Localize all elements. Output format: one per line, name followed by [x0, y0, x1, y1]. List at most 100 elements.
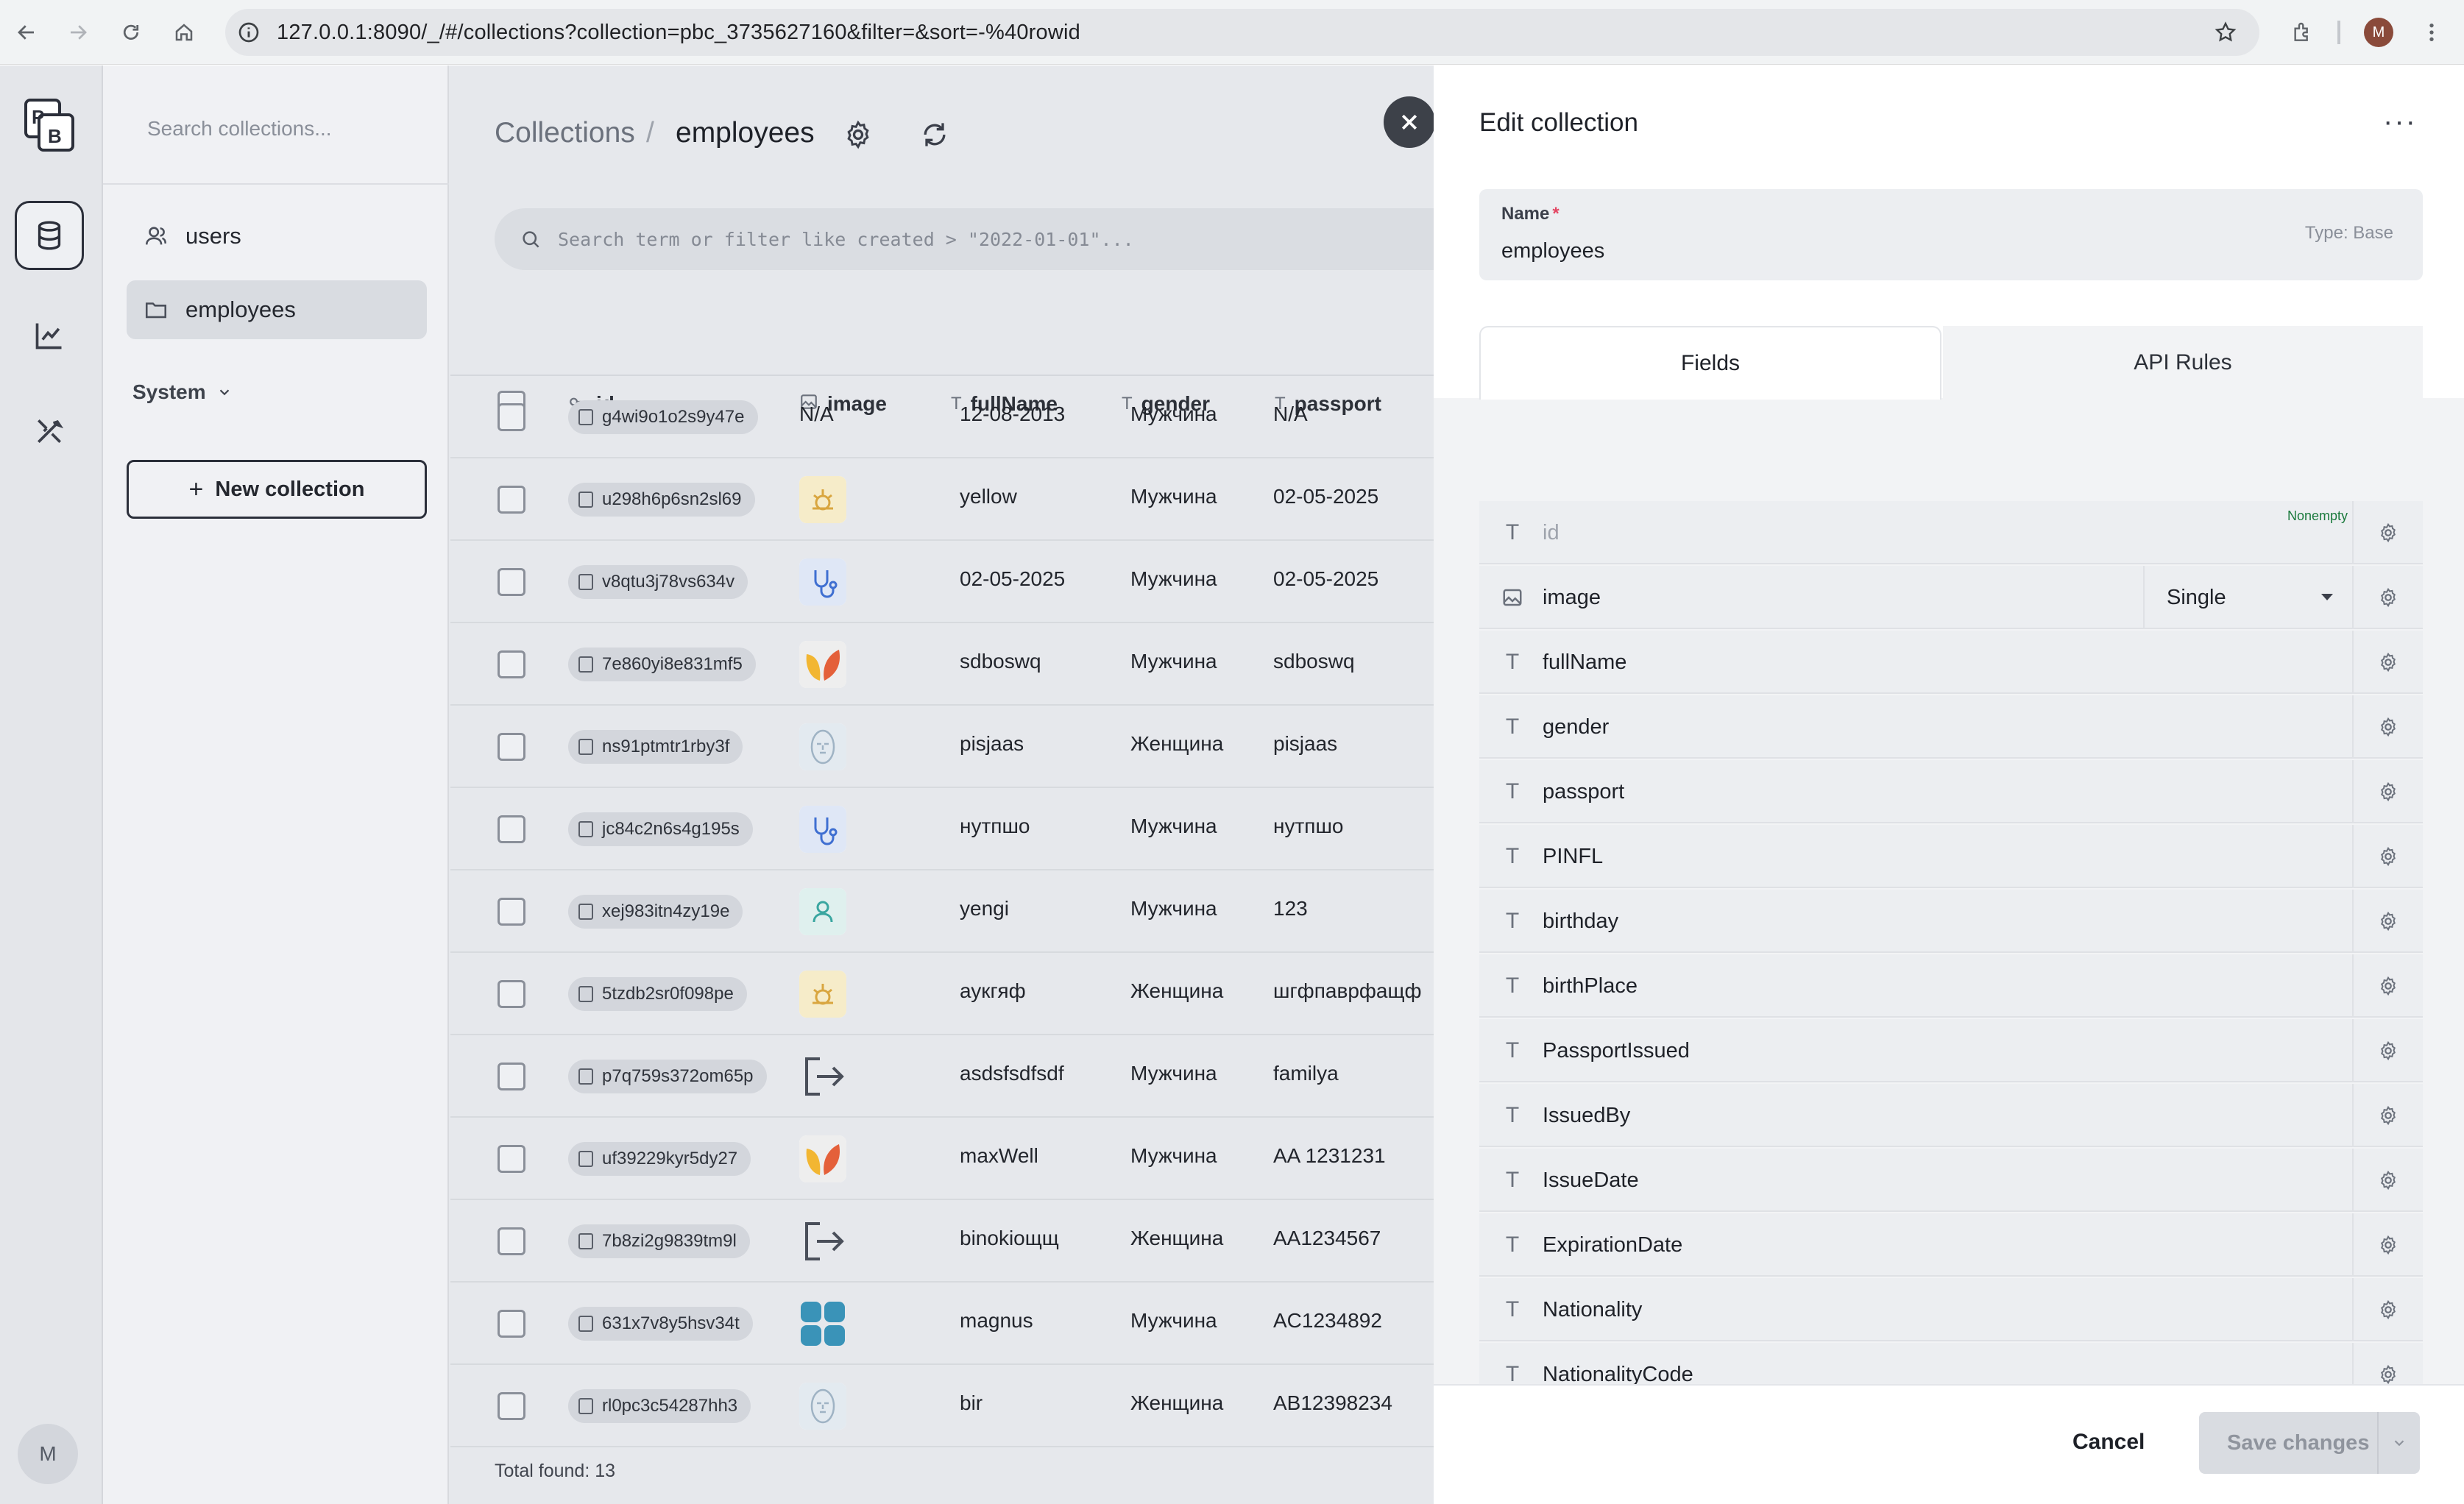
cancel-button[interactable]: Cancel	[2072, 1430, 2145, 1455]
field-row-issuedate[interactable]: T IssueDate	[1479, 1149, 2423, 1212]
copy-icon[interactable]	[578, 1316, 593, 1332]
id-badge[interactable]: p7q759s372om65p	[568, 1060, 767, 1093]
id-badge[interactable]: 631x7v8y5hsv34t	[568, 1307, 753, 1341]
image-thumbnail[interactable]	[799, 558, 846, 606]
field-name[interactable]: IssueDate	[1543, 1168, 1639, 1193]
row-checkbox[interactable]	[498, 568, 525, 596]
row-checkbox[interactable]	[498, 1310, 525, 1338]
field-row-passportissued[interactable]: T PassportIssued	[1479, 1019, 2423, 1082]
field-name[interactable]: fullName	[1543, 650, 1626, 675]
image-thumbnail[interactable]	[799, 1383, 846, 1430]
id-badge[interactable]: g4wi9o1o2s9y47e	[568, 400, 758, 434]
forward-icon[interactable]	[62, 16, 94, 49]
table-row[interactable]: xej983itn4zy19e yengi Мужчина 123	[450, 870, 1434, 953]
sidebar-item-users[interactable]: users	[127, 207, 427, 266]
field-options-gear-icon[interactable]	[2352, 760, 2423, 823]
copy-icon[interactable]	[578, 1233, 593, 1249]
table-row[interactable]: 631x7v8y5hsv34t magnus Мужчина AC1234892	[450, 1283, 1434, 1365]
more-options-icon[interactable]: ···	[2383, 105, 2417, 138]
browser-menu-icon[interactable]	[2415, 16, 2448, 49]
tab-fields[interactable]: Fields	[1479, 326, 1941, 400]
max-select-dropdown[interactable]: Single	[2143, 566, 2357, 629]
field-row-passport[interactable]: Tpassport	[1479, 760, 2423, 823]
copy-icon[interactable]	[578, 656, 593, 673]
id-badge[interactable]: 7b8zi2g9839tm9l	[568, 1224, 750, 1258]
address-bar[interactable]: 127.0.0.1:8090/_/#/collections?collectio…	[225, 9, 2259, 56]
field-name[interactable]: birthday	[1543, 909, 1618, 934]
field-row-pinfl[interactable]: T PINFL	[1479, 825, 2423, 888]
name-input[interactable]: employees	[1501, 239, 1604, 263]
image-thumbnail[interactable]	[799, 723, 846, 770]
field-name[interactable]: id	[1543, 521, 1560, 545]
image-thumbnail[interactable]	[799, 806, 846, 853]
id-badge[interactable]: 7e860yi8e831mf5	[568, 648, 756, 681]
copy-icon[interactable]	[578, 574, 593, 590]
bookmark-star-icon[interactable]	[2214, 21, 2237, 44]
id-badge[interactable]: ns91ptmtr1rby3f	[568, 730, 743, 764]
save-changes-button[interactable]: Save changes	[2199, 1412, 2420, 1474]
row-checkbox[interactable]	[498, 1227, 525, 1255]
records-search-input[interactable]: Search term or filter like created > "20…	[495, 208, 1525, 270]
pocketbase-logo-icon[interactable]: PB	[15, 91, 84, 160]
id-badge[interactable]: u298h6p6sn2sl69	[568, 483, 755, 517]
user-avatar[interactable]: M	[18, 1424, 78, 1484]
back-icon[interactable]	[10, 16, 43, 49]
field-name[interactable]: PassportIssued	[1543, 1039, 1690, 1063]
field-row-image[interactable]: image Single	[1479, 566, 2423, 629]
settings-tools-icon[interactable]	[15, 397, 84, 466]
profile-button[interactable]: M	[2362, 16, 2395, 49]
home-icon[interactable]	[168, 16, 200, 49]
field-name[interactable]: ExpirationDate	[1543, 1233, 1682, 1258]
table-row[interactable]: jc84c2n6s4g195s нутпшо Мужчина нутпшо	[450, 788, 1434, 870]
row-checkbox[interactable]	[498, 1392, 525, 1420]
system-collections-toggle[interactable]: System	[132, 380, 233, 404]
field-options-gear-icon[interactable]	[2352, 954, 2423, 1018]
id-badge[interactable]: v8qtu3j78vs634v	[568, 565, 748, 599]
id-badge[interactable]: jc84c2n6s4g195s	[568, 812, 753, 846]
chevron-down-icon[interactable]	[2377, 1412, 2420, 1474]
field-options-gear-icon[interactable]	[2352, 890, 2423, 953]
image-thumbnail[interactable]	[799, 641, 846, 688]
field-row-expirationdate[interactable]: T ExpirationDate	[1479, 1213, 2423, 1277]
image-thumbnail[interactable]	[799, 1053, 846, 1100]
logs-chart-icon[interactable]	[15, 301, 84, 370]
field-row-gender[interactable]: Tgender	[1479, 695, 2423, 759]
row-checkbox[interactable]	[498, 898, 525, 926]
copy-icon[interactable]	[578, 492, 593, 508]
field-name[interactable]: passport	[1543, 780, 1624, 804]
field-options-gear-icon[interactable]	[2352, 1278, 2423, 1341]
image-thumbnail[interactable]	[799, 1135, 846, 1182]
copy-icon[interactable]	[578, 821, 593, 837]
image-thumbnail[interactable]	[799, 476, 846, 523]
table-row[interactable]: u298h6p6sn2sl69 yellow Мужчина 02-05-2025	[450, 458, 1434, 541]
image-thumbnail[interactable]	[799, 1218, 846, 1265]
row-checkbox[interactable]	[498, 815, 525, 843]
close-panel-button[interactable]	[1384, 96, 1435, 148]
id-badge[interactable]: rl0pc3c54287hh3	[568, 1389, 751, 1423]
sidebar-item-employees[interactable]: employees	[127, 280, 427, 339]
field-options-gear-icon[interactable]	[2352, 1019, 2423, 1082]
refresh-icon[interactable]	[918, 118, 951, 151]
new-collection-button[interactable]: + New collection	[127, 460, 427, 519]
id-badge[interactable]: uf39229kyr5dy27	[568, 1142, 751, 1176]
collections-search-input[interactable]: Search collections...	[147, 117, 332, 141]
copy-icon[interactable]	[578, 409, 593, 425]
collections-database-icon[interactable]	[15, 201, 84, 270]
breadcrumb-collections[interactable]: Collections	[495, 117, 635, 149]
field-name[interactable]: gender	[1543, 715, 1609, 739]
field-row-id[interactable]: Tid Nonempty	[1479, 501, 2423, 564]
id-badge[interactable]: 5tzdb2sr0f098pe	[568, 977, 747, 1011]
site-info-icon[interactable]	[237, 21, 261, 44]
field-name[interactable]: image	[1543, 586, 1601, 610]
tab-api-rules[interactable]: API Rules	[1943, 326, 2423, 400]
row-checkbox[interactable]	[498, 1063, 525, 1090]
row-checkbox[interactable]	[498, 486, 525, 514]
row-checkbox[interactable]	[498, 403, 525, 431]
field-name[interactable]: IssuedBy	[1543, 1104, 1630, 1128]
field-name[interactable]: birthPlace	[1543, 974, 1638, 998]
table-row[interactable]: uf39229kyr5dy27 maxWell Мужчина AA 1231231	[450, 1118, 1434, 1200]
field-options-gear-icon[interactable]	[2352, 825, 2423, 888]
field-name[interactable]: PINFL	[1543, 845, 1603, 869]
field-options-gear-icon[interactable]	[2352, 1084, 2423, 1147]
copy-icon[interactable]	[578, 904, 593, 920]
